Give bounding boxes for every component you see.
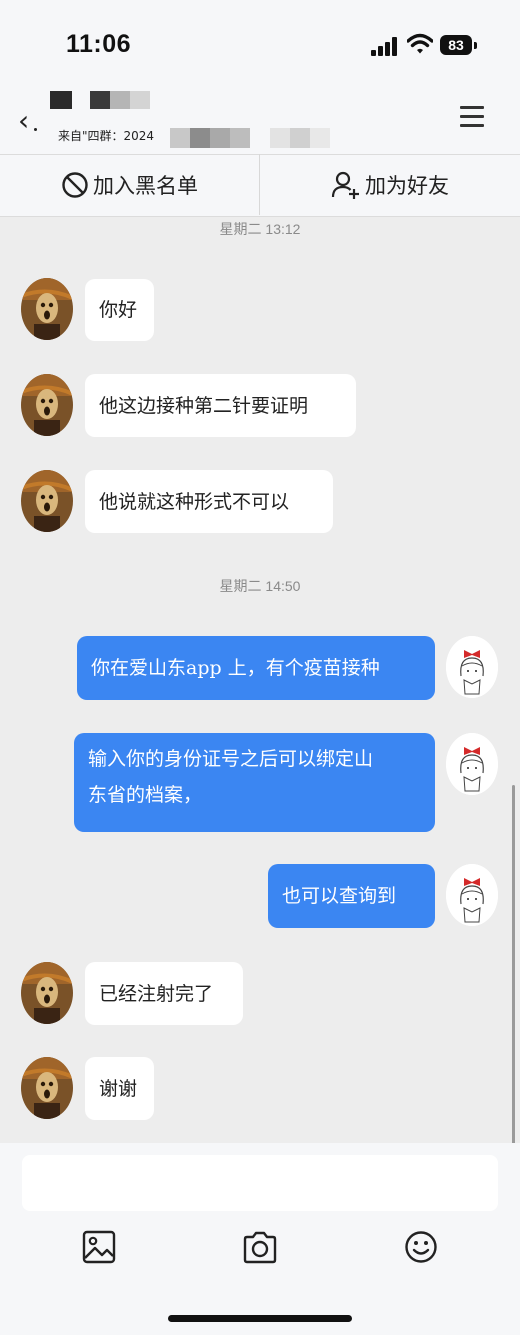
timestamp: 星期二 13:12 <box>219 221 301 237</box>
self-avatar[interactable] <box>446 636 498 698</box>
subtitle-redacted <box>290 128 310 148</box>
scrollbar[interactable] <box>512 785 515 1145</box>
home-indicator <box>168 1315 352 1322</box>
cellular-signal-icon <box>371 37 399 56</box>
message-input[interactable] <box>22 1155 498 1211</box>
self-avatar[interactable] <box>446 864 498 926</box>
avatar[interactable] <box>21 962 73 1024</box>
avatar-image <box>21 278 73 340</box>
subtitle-redacted <box>190 128 210 148</box>
contact-name-redacted <box>110 91 130 109</box>
camera-icon[interactable] <box>242 1230 278 1264</box>
message-bubble[interactable]: 输入你的身份证号之后可以绑定山 东省的档案， <box>74 733 435 832</box>
avatar-image <box>21 1057 73 1119</box>
add-user-icon <box>331 171 359 199</box>
message-bubble[interactable]: 你在爱山东app 上，有个疫苗接种 <box>77 636 435 700</box>
add-friend-button[interactable]: 加为好友 <box>260 154 520 215</box>
blacklist-button[interactable]: 加入黑名单 <box>0 154 259 215</box>
avatar[interactable] <box>21 1057 73 1119</box>
subtitle-redacted <box>170 128 190 148</box>
chat-header <box>0 90 520 154</box>
battery-indicator: 83 <box>440 35 472 55</box>
self-avatar[interactable] <box>446 733 498 795</box>
self-avatar-image <box>446 733 498 795</box>
subtitle-redacted <box>270 128 290 148</box>
chat-subtitle: 来自"四群：2024 <box>58 129 155 143</box>
back-dot <box>34 128 37 131</box>
message-line: 东省的档案， <box>88 784 203 806</box>
avatar[interactable] <box>21 374 73 436</box>
contact-name-redacted <box>130 91 150 109</box>
menu-icon[interactable] <box>460 106 484 133</box>
back-button[interactable]: ‹ <box>18 104 29 137</box>
subtitle-redacted <box>210 128 230 148</box>
battery-tip <box>474 42 477 49</box>
avatar-image <box>21 374 73 436</box>
contact-name-redacted <box>90 91 110 109</box>
message-bubble[interactable]: 他这边接种第二针要证明 <box>85 374 356 437</box>
block-icon <box>62 171 88 198</box>
message-bubble[interactable]: 他说就这种形式不可以 <box>85 470 333 533</box>
self-avatar-image <box>446 636 498 698</box>
avatar-image <box>21 470 73 532</box>
contact-name-redacted <box>50 91 72 109</box>
avatar[interactable] <box>21 470 73 532</box>
avatar-image <box>21 962 73 1024</box>
subtitle-redacted <box>310 128 330 148</box>
subtitle-redacted <box>230 128 250 148</box>
status-time: 11:06 <box>66 30 132 58</box>
avatar[interactable] <box>21 278 73 340</box>
message-bubble[interactable]: 谢谢 <box>85 1057 154 1120</box>
blacklist-label: 加入黑名单 <box>93 173 198 198</box>
wifi-icon <box>407 33 433 54</box>
emoji-icon[interactable] <box>404 1230 438 1264</box>
add-friend-label: 加为好友 <box>365 173 449 198</box>
message-bubble[interactable]: 你好 <box>85 279 154 341</box>
image-icon[interactable] <box>82 1230 116 1264</box>
self-avatar-image <box>446 864 498 926</box>
message-bubble[interactable]: 已经注射完了 <box>85 962 243 1025</box>
message-line: 输入你的身份证号之后可以绑定山 <box>88 748 374 770</box>
message-bubble[interactable]: 也可以查询到 <box>268 864 435 928</box>
timestamp: 星期二 14:50 <box>219 578 301 594</box>
